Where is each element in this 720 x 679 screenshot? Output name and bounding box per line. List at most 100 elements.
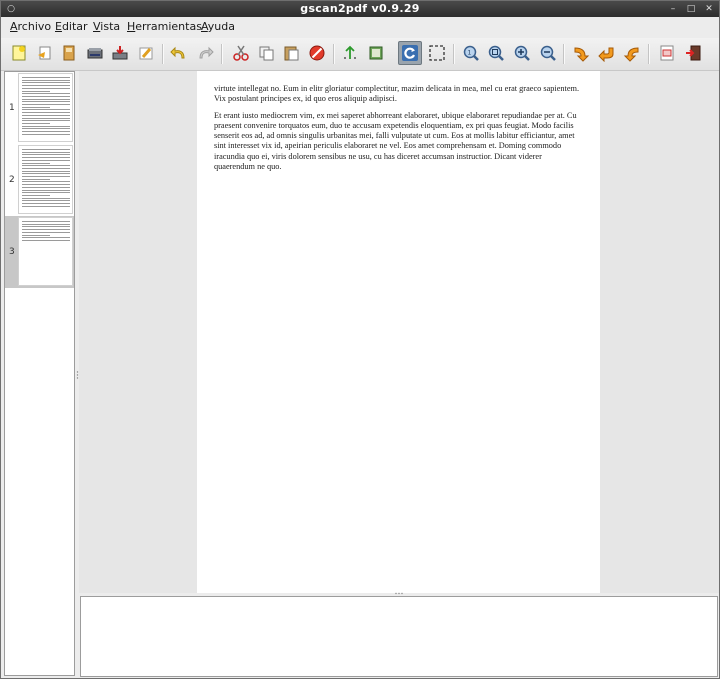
select-rect-icon bbox=[429, 45, 445, 61]
thumbnail-text-line bbox=[22, 125, 70, 127]
menu-archivo-mnemonic: A bbox=[10, 20, 18, 33]
thumbnail-text-line bbox=[22, 223, 70, 225]
thumbnail-text-line bbox=[22, 112, 70, 114]
toolbar-separator bbox=[648, 44, 650, 64]
rotate-view-button[interactable] bbox=[398, 41, 422, 65]
thumbnail-text-line bbox=[22, 173, 70, 175]
quit-icon bbox=[686, 45, 701, 61]
copy-icon bbox=[259, 46, 274, 61]
thumbnail-text-line bbox=[22, 237, 70, 239]
thumbnail-pane[interactable]: 1 2 3 bbox=[4, 71, 75, 676]
thumbnail-text-line bbox=[22, 77, 70, 78]
thumbnail-text-line bbox=[22, 117, 70, 119]
thumbnail-number: 1 bbox=[9, 103, 15, 113]
cut-button[interactable] bbox=[230, 42, 252, 64]
thumbnail-text-line bbox=[22, 122, 50, 124]
menu-vista-label: ista bbox=[100, 20, 121, 33]
save-button[interactable] bbox=[58, 42, 80, 64]
menu-bar: Archivo Editar Vista Herramientas Ayuda bbox=[1, 17, 719, 37]
rotate-90-icon bbox=[574, 47, 590, 62]
menu-editar[interactable]: Editar bbox=[55, 20, 88, 33]
thumbnail-page bbox=[18, 217, 73, 286]
thumbnail-text-line bbox=[22, 120, 70, 122]
renumber-icon bbox=[344, 45, 356, 59]
open-button[interactable] bbox=[34, 42, 56, 64]
menu-archivo[interactable]: Archivo bbox=[10, 20, 51, 33]
rotate-90-button[interactable] bbox=[570, 42, 592, 64]
rotate-270-icon bbox=[623, 47, 639, 62]
thumbnail-item-selected[interactable]: 3 bbox=[5, 216, 74, 288]
thumbnail-text-line bbox=[22, 85, 70, 87]
title-bar[interactable]: ○ gscan2pdf v0.9.29 – □ ✕ bbox=[1, 1, 719, 17]
undo-icon bbox=[170, 46, 185, 59]
minimize-icon[interactable]: – bbox=[667, 3, 679, 15]
toolbar-separator bbox=[333, 44, 335, 64]
thumbnail-number: 2 bbox=[9, 175, 15, 185]
thumbnail-text-line bbox=[22, 82, 70, 84]
email-icon bbox=[112, 46, 128, 60]
thumbnail-text-line bbox=[22, 149, 70, 150]
thumbnail-text-line bbox=[22, 189, 70, 191]
thumbnail-text-line bbox=[22, 114, 70, 116]
zoom-fit-button[interactable] bbox=[485, 42, 507, 64]
menu-editar-label: ditar bbox=[61, 20, 88, 33]
menu-vista[interactable]: Vista bbox=[93, 20, 120, 33]
paste-button[interactable] bbox=[280, 42, 302, 64]
thumbnail-text-line bbox=[22, 131, 70, 132]
scan-icon bbox=[87, 48, 103, 59]
clear-button[interactable] bbox=[656, 42, 678, 64]
toolbar-separator bbox=[563, 44, 565, 64]
select-rect-button[interactable] bbox=[426, 42, 448, 64]
menu-ayuda[interactable]: Ayuda bbox=[201, 20, 235, 33]
paste-icon bbox=[284, 46, 299, 61]
maximize-icon[interactable]: □ bbox=[685, 3, 697, 15]
scan-button[interactable] bbox=[84, 42, 106, 64]
toolbar-separator bbox=[162, 44, 164, 64]
thumbnail-text-line bbox=[22, 192, 70, 194]
thumbnail-text-line bbox=[22, 234, 50, 236]
rotate-180-button[interactable] bbox=[596, 42, 618, 64]
thumbnail-text-line bbox=[22, 159, 70, 161]
close-icon[interactable]: ✕ bbox=[703, 3, 715, 15]
log-pane[interactable] bbox=[80, 596, 718, 677]
thumbnail-text-line bbox=[22, 203, 70, 204]
thumbnail-text-line bbox=[22, 165, 70, 167]
thumbnail-item[interactable]: 2 bbox=[5, 144, 74, 216]
thumbnail-text-line bbox=[22, 226, 70, 228]
thumbnail-text-line bbox=[22, 133, 70, 135]
redo-icon bbox=[199, 46, 214, 59]
page-paragraph: Et erant iusto mediocrem vim, ex mei sap… bbox=[214, 110, 577, 172]
select-all-button[interactable] bbox=[365, 42, 387, 64]
thumbnail-text-line bbox=[22, 95, 70, 97]
email-button[interactable] bbox=[109, 42, 131, 64]
copy-button[interactable] bbox=[255, 42, 277, 64]
menu-herramientas[interactable]: Herramientas bbox=[127, 20, 202, 33]
new-button[interactable] bbox=[8, 42, 30, 64]
zoom-in-button[interactable] bbox=[511, 42, 533, 64]
document-page: virtute intellegat no. Eum in elitr glor… bbox=[197, 71, 600, 593]
renumber-button[interactable] bbox=[339, 42, 361, 64]
quit-button[interactable] bbox=[682, 42, 704, 64]
rotate-270-button[interactable] bbox=[621, 42, 643, 64]
thumbnail-text-line bbox=[22, 151, 70, 153]
redo-button[interactable] bbox=[194, 42, 216, 64]
svg-text:1: 1 bbox=[468, 50, 472, 57]
zoom-100-button[interactable]: 1 bbox=[460, 42, 482, 64]
thumbnail-text-line bbox=[22, 221, 70, 222]
new-icon bbox=[12, 45, 26, 61]
edit-button[interactable] bbox=[135, 42, 157, 64]
menu-editar-mnemonic: E bbox=[55, 20, 62, 33]
thumbnail-text-line bbox=[22, 109, 70, 111]
log-resize-grip[interactable] bbox=[395, 592, 403, 595]
thumbnail-text-line bbox=[22, 205, 70, 207]
zoom-out-button[interactable] bbox=[537, 42, 559, 64]
thumbnail-item[interactable]: 1 bbox=[5, 72, 74, 144]
undo-button[interactable] bbox=[168, 42, 190, 64]
thumbnail-text-line bbox=[22, 181, 70, 183]
thumbnail-text-line bbox=[22, 87, 70, 89]
thumbnail-text-line bbox=[22, 98, 70, 100]
rotate-180-icon bbox=[598, 47, 614, 62]
page-viewer[interactable]: virtute intellegat no. Eum in elitr glor… bbox=[79, 71, 719, 593]
delete-button[interactable] bbox=[306, 42, 328, 64]
zoom-fit-icon bbox=[488, 45, 504, 61]
